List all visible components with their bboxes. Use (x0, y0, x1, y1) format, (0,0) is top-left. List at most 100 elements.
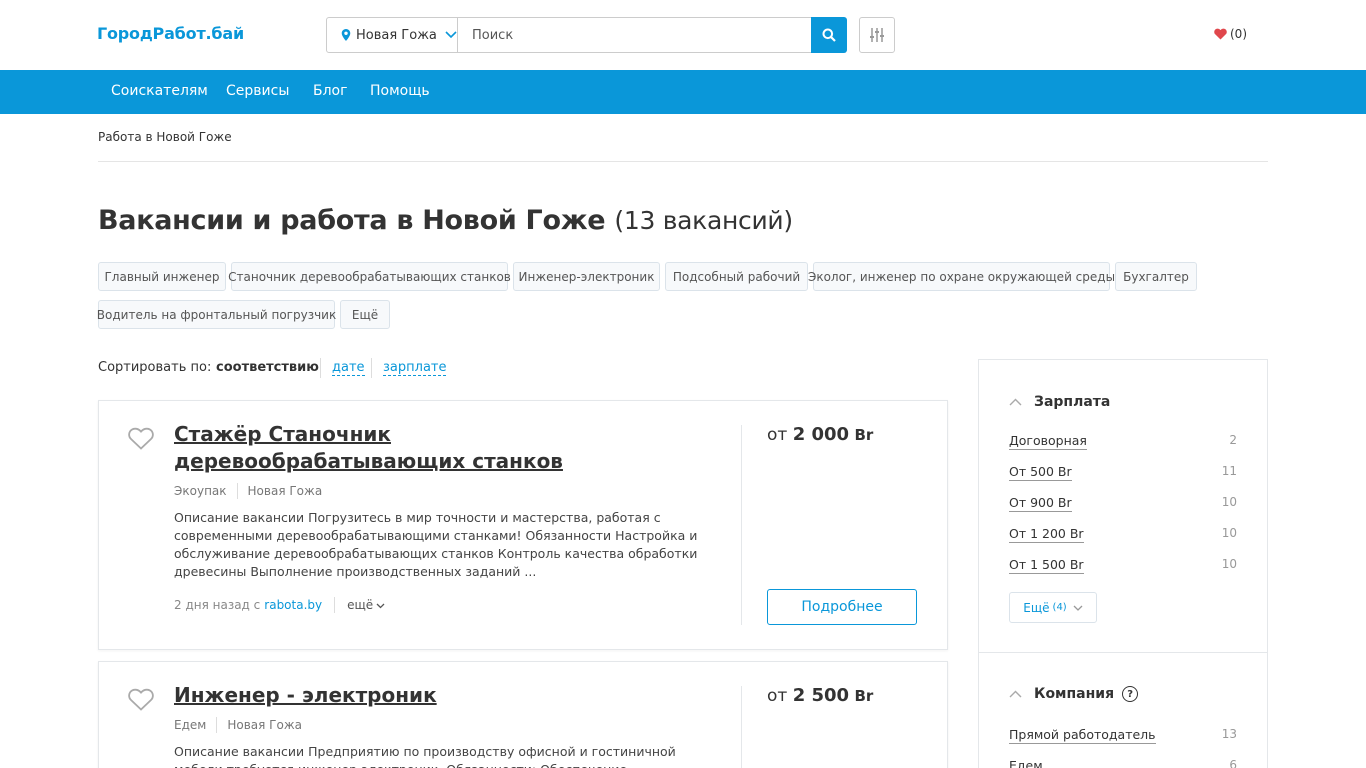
filter-item-count: 10 (1221, 495, 1237, 509)
favorite-heart-icon[interactable] (128, 688, 154, 711)
vacancy-title[interactable]: Стажёр Станочник деревообрабатывающих ст… (174, 421, 664, 475)
sort-label: Сортировать по: (98, 360, 212, 375)
vacancy-meta: Экоупак Новая Гожа (174, 483, 322, 499)
main-nav: Соискателям Сервисы Блог Помощь (0, 70, 1366, 114)
breadcrumb[interactable]: Работа в Новой Гоже (98, 130, 232, 144)
filter-salary-item[interactable]: От 1 200 Br 10 (1009, 526, 1237, 543)
help-icon[interactable]: ? (1122, 686, 1139, 702)
footer-separator (334, 597, 336, 613)
more-label: Ещё (1023, 600, 1050, 615)
filter-item-count: 2 (1229, 433, 1237, 447)
tag-accountant[interactable]: Бухгалтер (1115, 262, 1197, 291)
vacancy-count: (13 вакансий) (614, 206, 793, 235)
filters-sidebar: Зарплата Договорная 2 От 500 Br 11 От 900 … (978, 359, 1268, 768)
header: ГородРабот.бай Новая Гожа Поиск (0) (0, 0, 1366, 70)
filter-item-count: 10 (1221, 557, 1237, 571)
chevron-down-icon (1073, 605, 1083, 611)
favorites-count: (0) (1230, 27, 1247, 41)
salary-currency: Br (854, 426, 874, 444)
filter-company-title: Компания (1034, 686, 1115, 702)
sort-relevance[interactable]: соответствию (216, 360, 319, 375)
vacancy-meta: Едем Новая Гожа (174, 717, 302, 733)
chevron-down-icon (376, 603, 385, 609)
heart-icon (1214, 28, 1227, 40)
salary-prefix: от (767, 425, 788, 445)
tag-woodworking-machine-operator[interactable]: Станочник деревообрабатывающих станков (228, 262, 511, 291)
more-label: ещё (347, 598, 374, 612)
nav-item-help[interactable]: Помощь (370, 83, 430, 99)
tag-more[interactable]: Ещё (340, 300, 390, 329)
sort-salary-label: зарплате (383, 360, 447, 376)
page-title-text: Вакансии и работа в Новой Гоже (98, 205, 606, 236)
vacancy-company[interactable]: Едем (174, 718, 206, 732)
divider (98, 161, 1268, 162)
filter-item-label: От 1 500 Br (1009, 557, 1084, 574)
vacancy-salary: от 2 500 Br (767, 685, 873, 706)
filter-item-label: От 500 Br (1009, 464, 1072, 481)
tag-electronics-engineer[interactable]: Инженер-электроник (513, 262, 660, 291)
meta-separator (216, 717, 218, 733)
vacancy-card: Инженер - электроник Едем Новая Гожа Опи… (98, 661, 948, 768)
filter-item-count: 13 (1221, 727, 1237, 741)
tag-ecologist[interactable]: Эколог, инженер по охране окружающей сре… (808, 262, 1115, 291)
filter-item-label: От 900 Br (1009, 495, 1072, 512)
card-divider (741, 425, 742, 625)
nav-item-services[interactable]: Сервисы (226, 83, 289, 99)
vacancy-company[interactable]: Экоупак (174, 484, 227, 498)
chevron-up-icon (1009, 690, 1022, 698)
filter-item-count: 11 (1221, 464, 1237, 478)
filter-item-label: Прямой работодатель (1009, 727, 1156, 744)
tag-chief-engineer[interactable]: Главный инженер (98, 262, 226, 291)
sidebar-divider (979, 652, 1267, 653)
sort-date[interactable]: дате (332, 360, 365, 376)
salary-value: 2 500 (792, 685, 850, 706)
vacancy-salary: от 2 000 Br (767, 424, 873, 445)
filter-salary-heading[interactable]: Зарплата (1009, 394, 1110, 410)
meta-separator (236, 483, 238, 499)
salary-value: 2 000 (792, 424, 850, 445)
filter-item-label: Договорная (1009, 433, 1087, 450)
sort-separator (371, 358, 372, 378)
search-button[interactable] (811, 17, 847, 53)
vacancy-city: Новая Гожа (227, 718, 302, 732)
filter-salary-title: Зарплата (1034, 394, 1111, 410)
nav-item-jobseekers[interactable]: Соискателям (111, 83, 208, 99)
vacancy-footer: 2 дня назад с rabota.by ещё (174, 597, 385, 613)
chevron-up-icon (1009, 398, 1022, 406)
tag-loader-driver[interactable]: Водитель на фронтальный погрузчик (97, 300, 336, 329)
filter-company-item[interactable]: Едем 6 (1009, 758, 1237, 768)
vacancy-card: Стажёр Станочник деревообрабатывающих ст… (98, 400, 948, 650)
chevron-down-icon (445, 31, 457, 39)
more-count: (4) (1052, 602, 1067, 613)
filters-button[interactable] (859, 17, 895, 53)
filter-salary-item[interactable]: Договорная 2 (1009, 433, 1237, 450)
filter-salary-item[interactable]: От 900 Br 10 (1009, 495, 1237, 512)
location-label: Новая Гожа (356, 27, 437, 43)
favorite-heart-icon[interactable] (128, 427, 154, 450)
vacancy-posted: 2 дня назад с (174, 598, 261, 612)
tag-auxiliary-worker[interactable]: Подсобный рабочий (665, 262, 808, 291)
vacancy-source-link[interactable]: rabota.by (264, 598, 322, 612)
vacancy-title[interactable]: Инженер - электроник (174, 682, 664, 709)
filter-company-item[interactable]: Прямой работодатель 13 (1009, 727, 1237, 744)
filter-salary-more-button[interactable]: Ещё (4) (1009, 592, 1097, 623)
card-divider (741, 686, 742, 768)
filter-item-count: 6 (1229, 758, 1237, 768)
search-input[interactable]: Поиск (457, 17, 812, 53)
vacancy-city: Новая Гожа (247, 484, 323, 498)
salary-currency: Br (854, 687, 874, 705)
location-select[interactable]: Новая Гожа (326, 17, 458, 53)
favorites-link[interactable]: (0) (1214, 27, 1247, 41)
sort-salary[interactable]: зарплате (383, 360, 447, 376)
filter-item-label: Едем (1009, 758, 1043, 768)
filter-salary-item[interactable]: От 1 500 Br 10 (1009, 557, 1237, 574)
filter-salary-item[interactable]: От 500 Br 11 (1009, 464, 1237, 481)
sliders-icon (870, 28, 884, 42)
salary-prefix: от (767, 686, 788, 706)
site-logo[interactable]: ГородРабот.бай (97, 24, 244, 43)
nav-item-blog[interactable]: Блог (313, 83, 347, 99)
filter-company-heading[interactable]: Компания ? (1009, 686, 1139, 702)
page-title: Вакансии и работа в Новой Гоже (13 вакан… (98, 205, 793, 236)
details-button[interactable]: Подробнее (767, 589, 917, 625)
vacancy-more-toggle[interactable]: ещё (347, 598, 385, 612)
